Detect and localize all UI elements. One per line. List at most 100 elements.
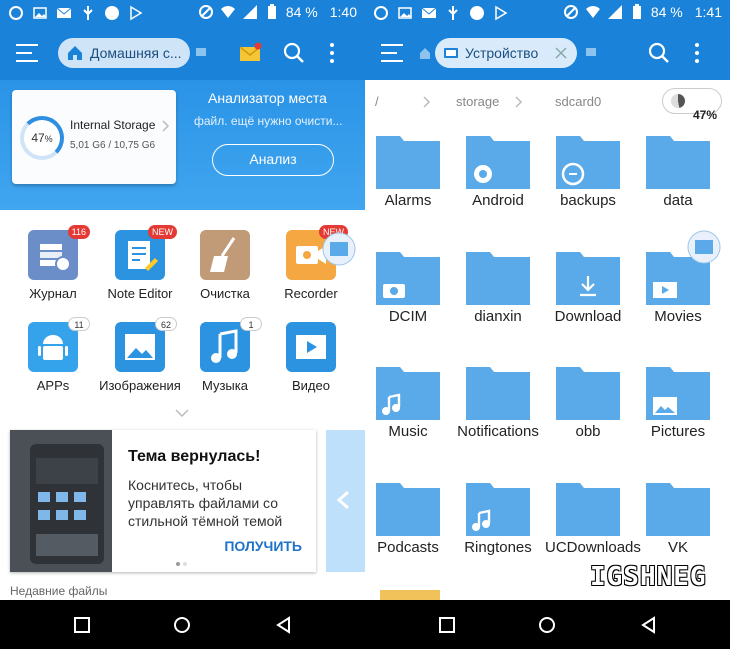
breadcrumb: / storage sdcard0 47% [365, 80, 730, 122]
breadcrumb-item[interactable]: / [375, 94, 379, 109]
folder-music[interactable]: Music [365, 361, 451, 441]
theme-promo-card[interactable]: Тема вернулась! Коснитесь, чтобы управля… [10, 430, 316, 572]
more-options-icon[interactable] [320, 41, 344, 65]
folder-name: dianxin [474, 308, 522, 325]
folder-icon [556, 136, 620, 189]
status-bar: 84 % 1:41 [365, 0, 730, 26]
folder-icon [376, 252, 440, 305]
folder-backups[interactable]: backups [545, 130, 631, 210]
breadcrumb-item[interactable]: sdcard0 [555, 94, 601, 109]
folder-ucdownloads[interactable]: UCDownloads [545, 477, 641, 557]
folder-icon [556, 483, 620, 536]
analyze-button[interactable]: Анализ [212, 144, 334, 176]
folder-download[interactable]: Download [545, 246, 631, 326]
search-icon[interactable] [282, 41, 306, 65]
play-store-notification-icon [495, 5, 508, 21]
folder-ringtones[interactable]: Ringtones [455, 477, 541, 557]
tool-video[interactable]: Видео [266, 322, 356, 393]
folder-icon [376, 136, 440, 189]
home-button[interactable] [538, 616, 556, 634]
floating-window-icon[interactable] [687, 230, 721, 264]
tool-note-editor[interactable]: NEW Note Editor [95, 225, 185, 301]
folder-android[interactable]: Android [455, 130, 541, 210]
folder-dcim[interactable]: DCIM [365, 246, 451, 326]
tab-device[interactable]: Устройство [435, 38, 577, 68]
get-button[interactable]: ПОЛУЧИТЬ [224, 538, 302, 554]
recents-button[interactable] [73, 616, 91, 634]
folder-name: Movies [654, 308, 702, 325]
recents-button[interactable] [438, 616, 456, 634]
folder-name: Notifications [457, 423, 539, 440]
recent-files-header: Недавние файлы [10, 584, 108, 598]
tool-images[interactable]: 62 Изображения [95, 317, 185, 393]
video-icon [286, 322, 336, 372]
clock: 1:41 [694, 4, 722, 20]
app-notification-icon [374, 6, 388, 20]
android-icon: 11 [28, 317, 90, 372]
tool-apps[interactable]: 11 APPs [8, 317, 98, 393]
breadcrumb-item[interactable]: storage [456, 94, 499, 109]
folder-icon [376, 483, 440, 536]
tool-label: Recorder [284, 286, 338, 301]
status-bar: 84 % 1:40 [0, 0, 365, 26]
folder-name: UCDownloads [545, 539, 641, 556]
tool-cleaner[interactable]: Очистка [180, 230, 270, 301]
folder-name: DCIM [388, 308, 428, 325]
folder-notifications[interactable]: Notifications [455, 361, 541, 441]
pie-icon [671, 94, 685, 108]
chevron-right-icon [515, 96, 523, 108]
badge: NEW [148, 225, 177, 239]
storage-usage-chip[interactable]: 47% [662, 88, 722, 122]
sync-notification-icon [470, 6, 484, 20]
clock: 1:40 [329, 4, 357, 20]
folder-icon [556, 367, 620, 420]
back-button[interactable] [640, 616, 658, 634]
app-bar: Устройство [365, 26, 730, 80]
mail-notification-icon [56, 7, 72, 18]
device-screen: 84 % 1:41 Устройство / storage sdcard0 4… [365, 0, 730, 600]
tool-label: Note Editor [107, 286, 173, 301]
tool-music[interactable]: 1 Музыка [180, 317, 270, 393]
chevron-right-icon [423, 96, 431, 108]
badge: 62 [155, 317, 177, 331]
search-icon[interactable] [647, 41, 671, 65]
home-button[interactable] [173, 616, 191, 634]
app-bar: Домашняя с... [0, 26, 365, 80]
sync-notification-icon [105, 6, 119, 20]
folder-podcasts[interactable]: Podcasts [365, 477, 451, 557]
tab-home[interactable]: Домашняя с... [58, 38, 190, 68]
badge: 1 [240, 317, 262, 331]
close-icon[interactable] [555, 47, 567, 59]
more-options-icon[interactable] [685, 41, 709, 65]
tool-label: Очистка [200, 286, 250, 301]
folder-dianxin[interactable]: dianxin [455, 246, 541, 326]
tab-label: Устройство [465, 45, 539, 61]
folder-icon [466, 136, 530, 189]
analyzer-title: Анализатор места [208, 90, 327, 106]
folder-obb[interactable]: obb [545, 361, 631, 441]
floating-window-icon[interactable] [322, 232, 356, 266]
folder-icon [556, 252, 620, 305]
folder-alarms[interactable]: Alarms [365, 130, 451, 210]
menu-icon[interactable] [381, 44, 403, 62]
broom-icon [200, 230, 250, 280]
dnd-icon [563, 5, 578, 19]
folder-pictures[interactable]: Pictures [635, 361, 721, 441]
home-tab-icon[interactable] [419, 46, 431, 60]
tool-journal[interactable]: 116 Журнал [8, 225, 98, 301]
storage-card[interactable]: 47% Internal Storage 5,01 G6 / 10,75 G6 [12, 90, 176, 184]
folder-vk[interactable]: VK [635, 477, 721, 557]
folder-name: Podcasts [377, 539, 439, 556]
menu-icon[interactable] [16, 44, 38, 62]
back-button[interactable] [275, 616, 293, 634]
mail-icon[interactable] [238, 41, 262, 65]
music-icon: 1 [200, 317, 262, 372]
home-screen: 84 % 1:40 Домашняя с... 47% Internal Sto… [0, 0, 365, 600]
usage-ring: 47% [20, 116, 64, 160]
folder-icon [646, 136, 710, 189]
next-promo-card[interactable] [326, 430, 365, 572]
folder-name: Download [554, 308, 622, 325]
expand-chevron-icon[interactable] [175, 408, 189, 418]
play-store-notification-icon [130, 5, 143, 21]
folder-data[interactable]: data [635, 130, 721, 210]
